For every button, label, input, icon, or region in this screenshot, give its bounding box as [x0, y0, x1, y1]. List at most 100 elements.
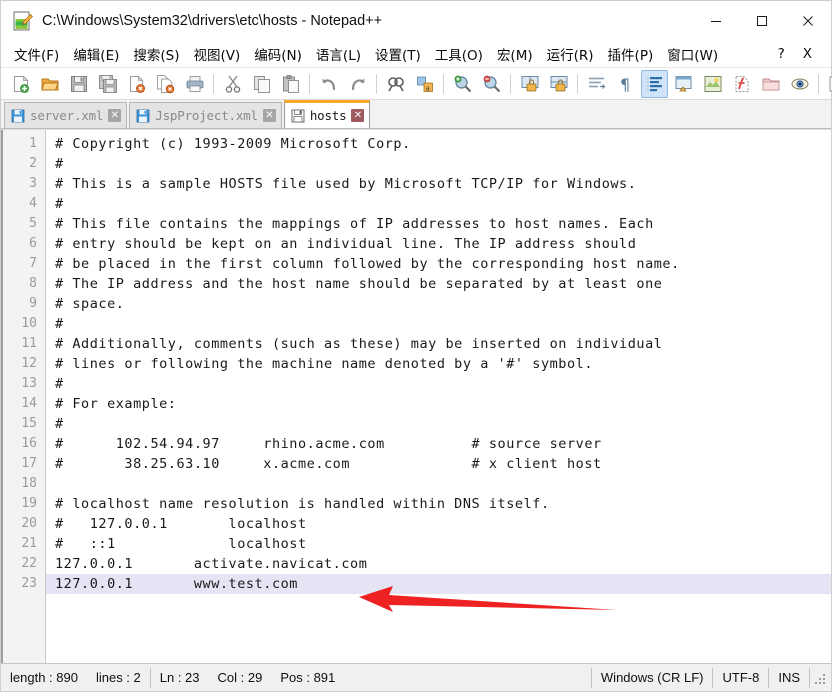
- toolbar-separator: [510, 74, 511, 94]
- tab-close-icon[interactable]: ✕: [351, 109, 364, 122]
- toolbar-separator: [376, 74, 377, 94]
- word-wrap-icon[interactable]: [583, 70, 610, 98]
- open-file-icon[interactable]: [36, 70, 63, 98]
- redo-icon[interactable]: [344, 70, 371, 98]
- status-length: length : 890: [1, 664, 87, 692]
- close-button[interactable]: [785, 1, 831, 41]
- resize-grip-icon[interactable]: [814, 671, 828, 685]
- copy-icon[interactable]: [248, 70, 275, 98]
- toolbar-separator: [309, 74, 310, 94]
- code-line: # space.: [46, 294, 831, 314]
- menu-file[interactable]: 文件(F): [7, 41, 66, 67]
- line-number: 11: [1, 334, 45, 354]
- line-number: 2: [1, 154, 45, 174]
- indent-guide-icon[interactable]: [641, 70, 668, 98]
- saved-file-icon: [291, 109, 305, 123]
- menu-view[interactable]: 视图(V): [187, 41, 248, 67]
- code-line: [46, 474, 831, 494]
- code-line: # For example:: [46, 394, 831, 414]
- tab-hosts[interactable]: hosts ✕: [284, 100, 371, 128]
- close-document-button[interactable]: X: [794, 43, 821, 65]
- line-number: 10: [1, 314, 45, 334]
- menu-plugins[interactable]: 插件(P): [601, 41, 661, 67]
- status-bar: length : 890 lines : 2 Ln : 23 Col : 29 …: [1, 663, 831, 691]
- toolbar-separator: [443, 74, 444, 94]
- show-document-map-icon[interactable]: [699, 70, 726, 98]
- code-line: 127.0.0.1 activate.navicat.com: [46, 554, 831, 574]
- cut-icon[interactable]: [219, 70, 246, 98]
- line-number: 19: [1, 494, 45, 514]
- line-number: 8: [1, 274, 45, 294]
- code-line: # ::1 localhost: [46, 534, 831, 554]
- code-line: # The IP address and the host name shoul…: [46, 274, 831, 294]
- print-icon[interactable]: [181, 70, 208, 98]
- folder-as-workspace-icon[interactable]: [757, 70, 784, 98]
- new-file-icon[interactable]: [7, 70, 34, 98]
- line-number: 1: [1, 134, 45, 154]
- line-number: 9: [1, 294, 45, 314]
- status-insert-mode[interactable]: INS: [769, 664, 809, 692]
- find-icon[interactable]: [382, 70, 409, 98]
- save-all-icon[interactable]: [94, 70, 121, 98]
- menu-search[interactable]: 搜索(S): [126, 41, 186, 67]
- toolbar-separator: [213, 74, 214, 94]
- zoom-out-icon[interactable]: [478, 70, 505, 98]
- code-line: # 102.54.94.97 rhino.acme.com # source s…: [46, 434, 831, 454]
- replace-icon[interactable]: a: [411, 70, 438, 98]
- close-file-icon[interactable]: [123, 70, 150, 98]
- code-line: # Additionally, comments (such as these)…: [46, 334, 831, 354]
- menu-run[interactable]: 运行(R): [540, 41, 601, 67]
- code-line: # localhost name resolution is handled w…: [46, 494, 831, 514]
- line-number: 23: [1, 574, 45, 594]
- status-pos: Pos : 891: [271, 664, 344, 692]
- tab-label: hosts: [310, 108, 347, 123]
- menu-language[interactable]: 语言(L): [309, 41, 368, 67]
- tab-jspproject-xml[interactable]: JspProject.xml ✕: [129, 102, 282, 128]
- code-line: # This is a sample HOSTS file used by Mi…: [46, 174, 831, 194]
- monitoring-icon[interactable]: [786, 70, 813, 98]
- menu-macro[interactable]: 宏(M): [490, 41, 540, 67]
- line-number: 18: [1, 474, 45, 494]
- line-number: 7: [1, 254, 45, 274]
- maximize-button[interactable]: [739, 1, 785, 41]
- save-icon[interactable]: [65, 70, 92, 98]
- function-list-icon[interactable]: [728, 70, 755, 98]
- editor-area[interactable]: 1 2 3 4 5 6 7 8 9 10 11 12 13 14 15 16 1…: [1, 129, 831, 663]
- code-line: #: [46, 154, 831, 174]
- line-number: 12: [1, 354, 45, 374]
- menu-bar-right: ? X: [769, 43, 831, 65]
- line-number: 15: [1, 414, 45, 434]
- menu-edit[interactable]: 编辑(E): [66, 41, 126, 67]
- code-line: # 127.0.0.1 localhost: [46, 514, 831, 534]
- line-number: 20: [1, 514, 45, 534]
- code-content[interactable]: # Copyright (c) 1993-2009 Microsoft Corp…: [46, 130, 831, 663]
- line-number: 13: [1, 374, 45, 394]
- saved-file-icon: [11, 109, 25, 123]
- sync-vertical-scroll-icon[interactable]: [516, 70, 543, 98]
- zoom-in-icon[interactable]: [449, 70, 476, 98]
- undo-icon[interactable]: [315, 70, 342, 98]
- menu-tools[interactable]: 工具(O): [428, 41, 490, 67]
- paste-icon[interactable]: [277, 70, 304, 98]
- menu-settings[interactable]: 设置(T): [368, 41, 428, 67]
- status-eol-format[interactable]: Windows (CR LF): [592, 664, 713, 692]
- menu-window[interactable]: 窗口(W): [660, 41, 725, 67]
- status-encoding[interactable]: UTF-8: [713, 664, 768, 692]
- sync-horizontal-scroll-icon[interactable]: [545, 70, 572, 98]
- record-macro-icon[interactable]: [824, 70, 832, 98]
- tab-close-icon[interactable]: ✕: [108, 109, 121, 122]
- line-number: 6: [1, 234, 45, 254]
- minimize-button[interactable]: [693, 1, 739, 41]
- menu-help[interactable]: ?: [769, 43, 794, 65]
- code-line: # This file contains the mappings of IP …: [46, 214, 831, 234]
- tab-close-icon[interactable]: ✕: [263, 109, 276, 122]
- menu-encoding[interactable]: 编码(N): [247, 41, 309, 67]
- user-defined-dialog-icon[interactable]: [670, 70, 697, 98]
- close-all-icon[interactable]: [152, 70, 179, 98]
- line-number: 17: [1, 454, 45, 474]
- line-number-gutter: 1 2 3 4 5 6 7 8 9 10 11 12 13 14 15 16 1…: [1, 130, 46, 663]
- tab-server-xml[interactable]: server.xml ✕: [4, 102, 127, 128]
- tab-bar: server.xml ✕ JspProject.xml ✕: [1, 100, 831, 129]
- show-all-characters-icon[interactable]: ¶: [612, 70, 639, 98]
- code-line: # Copyright (c) 1993-2009 Microsoft Corp…: [46, 134, 831, 154]
